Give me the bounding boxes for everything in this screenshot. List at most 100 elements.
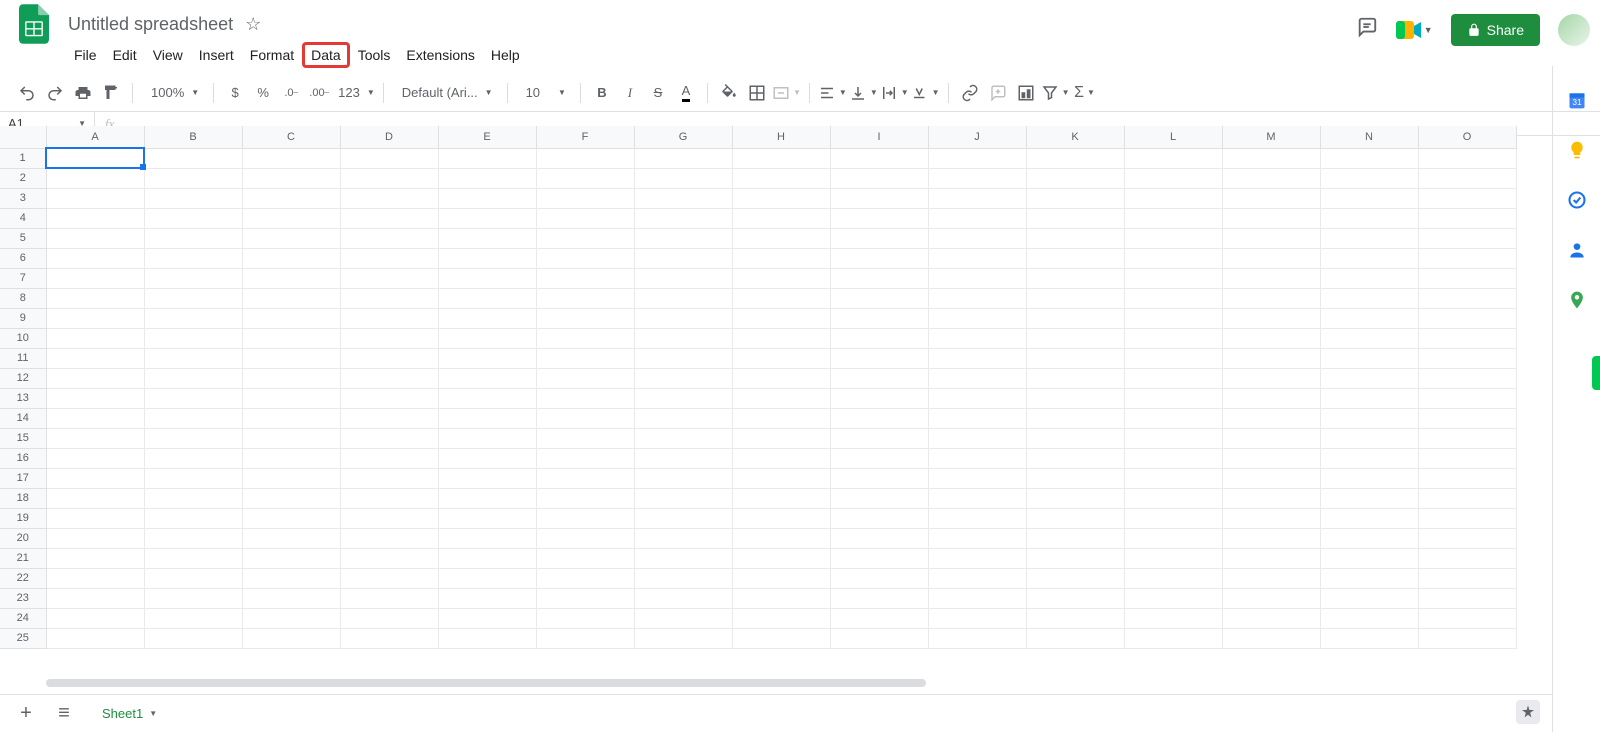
cell[interactable]: [732, 468, 830, 488]
cell[interactable]: [928, 408, 1026, 428]
cell[interactable]: [830, 188, 928, 208]
cell[interactable]: [830, 408, 928, 428]
row-header[interactable]: 7: [0, 268, 46, 288]
row-header[interactable]: 20: [0, 528, 46, 548]
cell[interactable]: [1026, 408, 1124, 428]
cell[interactable]: [1320, 308, 1418, 328]
cell[interactable]: [144, 208, 242, 228]
cell[interactable]: [928, 308, 1026, 328]
cell[interactable]: [928, 248, 1026, 268]
cell[interactable]: [634, 488, 732, 508]
cell[interactable]: [634, 428, 732, 448]
cell[interactable]: [1222, 308, 1320, 328]
cell[interactable]: [1320, 628, 1418, 648]
cell[interactable]: [1418, 508, 1516, 528]
cell[interactable]: [1418, 488, 1516, 508]
cell[interactable]: [242, 328, 340, 348]
cell[interactable]: [1222, 448, 1320, 468]
cell[interactable]: [1222, 288, 1320, 308]
cell[interactable]: [536, 588, 634, 608]
cell[interactable]: [242, 388, 340, 408]
cell[interactable]: [438, 588, 536, 608]
cell[interactable]: [242, 568, 340, 588]
cell[interactable]: [1124, 148, 1222, 168]
cell[interactable]: [1124, 288, 1222, 308]
cell[interactable]: [830, 388, 928, 408]
cell[interactable]: [1222, 488, 1320, 508]
cell[interactable]: [438, 388, 536, 408]
cell[interactable]: [144, 228, 242, 248]
cell[interactable]: [634, 288, 732, 308]
cell[interactable]: [928, 228, 1026, 248]
cell[interactable]: [732, 328, 830, 348]
cell[interactable]: [438, 608, 536, 628]
cell[interactable]: [536, 628, 634, 648]
menu-insert[interactable]: Insert: [191, 43, 242, 67]
cell[interactable]: [1124, 568, 1222, 588]
cell[interactable]: [1320, 408, 1418, 428]
row-header[interactable]: 11: [0, 348, 46, 368]
cell[interactable]: [634, 228, 732, 248]
cell[interactable]: [1124, 468, 1222, 488]
cell[interactable]: [1124, 348, 1222, 368]
cell[interactable]: [144, 508, 242, 528]
menu-data[interactable]: Data: [302, 42, 350, 68]
cell[interactable]: [732, 588, 830, 608]
cell[interactable]: [536, 508, 634, 528]
cell[interactable]: [1320, 348, 1418, 368]
cell[interactable]: [732, 148, 830, 168]
cell[interactable]: [1418, 368, 1516, 388]
cell[interactable]: [1418, 628, 1516, 648]
cell[interactable]: [1418, 528, 1516, 548]
cell[interactable]: [634, 628, 732, 648]
row-header[interactable]: 15: [0, 428, 46, 448]
sheet-tab-1[interactable]: Sheet1▼: [90, 700, 169, 727]
cell[interactable]: [634, 508, 732, 528]
column-header[interactable]: G: [634, 126, 732, 148]
insert-link-button[interactable]: [957, 80, 983, 106]
cell[interactable]: [242, 268, 340, 288]
functions-button[interactable]: Σ▼: [1072, 80, 1098, 106]
cell[interactable]: [1222, 388, 1320, 408]
cell[interactable]: [830, 248, 928, 268]
cell[interactable]: [1418, 288, 1516, 308]
fill-color-button[interactable]: [716, 80, 742, 106]
cell[interactable]: [536, 408, 634, 428]
cell[interactable]: [1124, 628, 1222, 648]
menu-file[interactable]: File: [66, 43, 105, 67]
cell[interactable]: [536, 368, 634, 388]
cell[interactable]: [1320, 568, 1418, 588]
cell[interactable]: [340, 628, 438, 648]
cell[interactable]: [438, 428, 536, 448]
cell[interactable]: [1418, 328, 1516, 348]
column-header[interactable]: C: [242, 126, 340, 148]
cell[interactable]: [830, 228, 928, 248]
cell[interactable]: [1320, 388, 1418, 408]
column-header[interactable]: L: [1124, 126, 1222, 148]
cell[interactable]: [1222, 608, 1320, 628]
cell[interactable]: [340, 468, 438, 488]
cell[interactable]: [1320, 248, 1418, 268]
share-button[interactable]: Share: [1451, 14, 1540, 46]
cell[interactable]: [46, 588, 144, 608]
cell[interactable]: [438, 628, 536, 648]
cell[interactable]: [46, 488, 144, 508]
strikethrough-button[interactable]: S: [645, 80, 671, 106]
format-currency-button[interactable]: $: [222, 80, 248, 106]
cell[interactable]: [340, 308, 438, 328]
column-header[interactable]: B: [144, 126, 242, 148]
cell[interactable]: [830, 428, 928, 448]
cell[interactable]: [340, 188, 438, 208]
cell[interactable]: [928, 388, 1026, 408]
cell[interactable]: [1320, 188, 1418, 208]
cell[interactable]: [928, 508, 1026, 528]
cell[interactable]: [830, 368, 928, 388]
row-header[interactable]: 14: [0, 408, 46, 428]
cell[interactable]: [46, 628, 144, 648]
comments-icon[interactable]: [1356, 16, 1378, 44]
cell[interactable]: [242, 188, 340, 208]
cell[interactable]: [438, 168, 536, 188]
cell[interactable]: [242, 488, 340, 508]
cell[interactable]: [732, 248, 830, 268]
cell[interactable]: [1222, 328, 1320, 348]
